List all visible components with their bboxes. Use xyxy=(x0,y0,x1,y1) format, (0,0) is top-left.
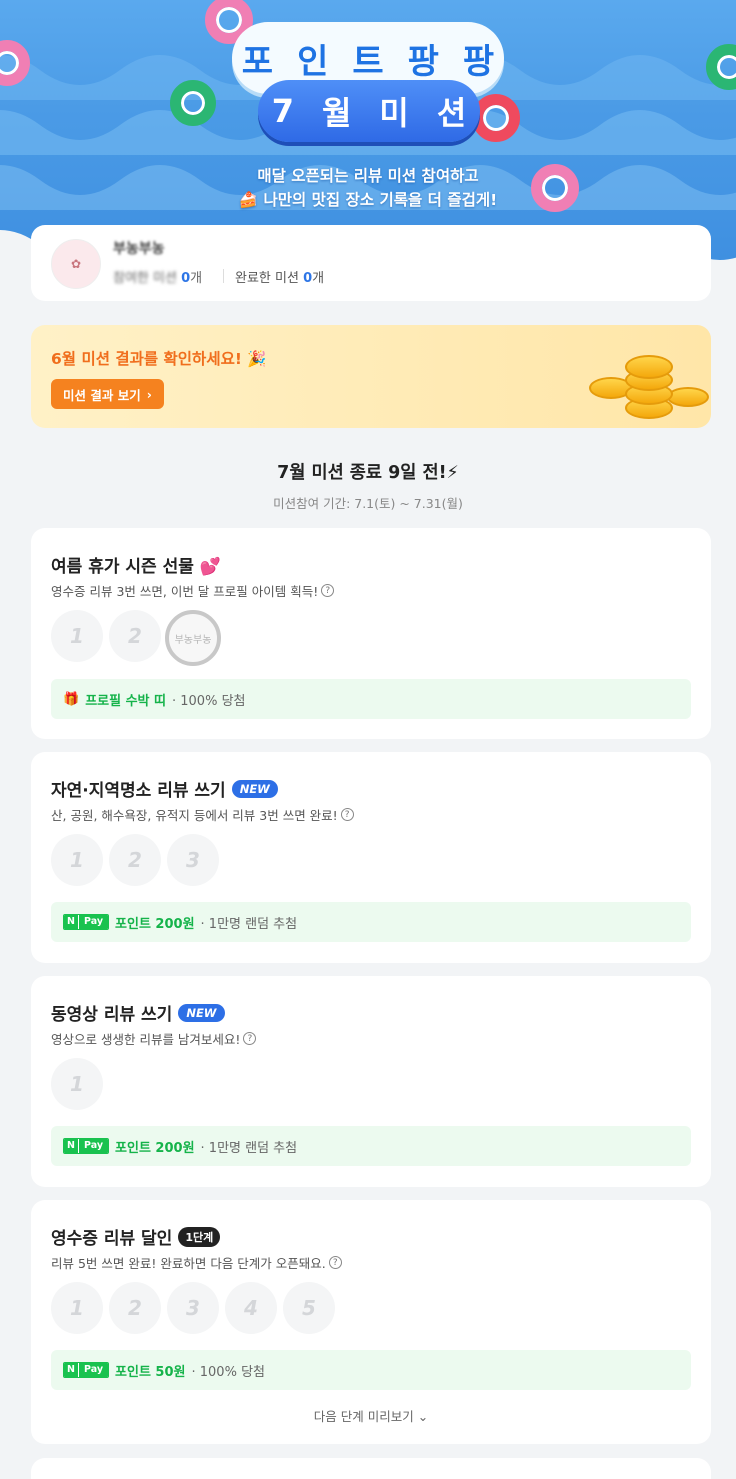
step-circle: 1 xyxy=(51,610,103,662)
step-circle: 2 xyxy=(109,834,161,886)
npay-icon: N Pay xyxy=(63,914,110,930)
mission-card: 여름 휴가 시즌 선물 💕 영수증 리뷰 3번 쓰면, 이번 달 프로필 아이템… xyxy=(31,528,711,739)
help-icon[interactable]: ? xyxy=(243,1032,257,1045)
npay-icon: N Pay xyxy=(63,1362,110,1378)
help-icon[interactable]: ? xyxy=(328,1256,342,1269)
nickname: 부농부농 xyxy=(113,241,165,257)
step-progress: 1 2 3 4 5 xyxy=(51,1282,335,1334)
june-result-banner: 6월 미션 결과를 확인하세요! 🎉 미션 결과 보기 › xyxy=(31,325,711,428)
next-step-preview-link[interactable]: 다음 단계 미리보기 ⌄ xyxy=(31,1406,711,1425)
step-progress: 1 xyxy=(51,1058,103,1110)
step-circle: 3 xyxy=(167,1282,219,1334)
completed-missions: 완료한 미션 0개 xyxy=(235,271,325,286)
step-progress: 1 2 3 xyxy=(51,834,219,886)
new-badge: NEW xyxy=(231,779,278,798)
profile-card: ✿ 부농부농 참여한 미션 0개 완료한 미션 0개 xyxy=(31,225,711,301)
mission-title: 여름 휴가 시즌 선물 💕 xyxy=(51,557,221,577)
mission-desc: 산, 공원, 해수욕장, 유적지 등에서 리뷰 3번 쓰면 완료!? xyxy=(51,805,354,824)
cake-icon: 🍰 xyxy=(238,191,264,209)
chevron-right-icon: › xyxy=(146,386,152,402)
swim-ring-icon xyxy=(170,80,216,126)
npay-icon: N Pay xyxy=(63,1138,110,1154)
mission-card: 영수증 리뷰 달인 1단계 리뷰 5번 쓰면 완료! 완료하면 다음 단계가 오픈… xyxy=(31,1200,711,1444)
hero-subtitle-2: 🍰 나만의 맛집 장소 기록을 더 즐겁게! xyxy=(238,191,498,209)
step-circle: 3 xyxy=(167,834,219,886)
mission-desc: 리뷰 5번 쓰면 완료! 완료하면 다음 단계가 오픈돼요.? xyxy=(51,1253,342,1272)
mission-desc: 영상으로 생생한 리뷰를 남겨보세요!? xyxy=(51,1029,257,1048)
step-circle: 1 xyxy=(51,834,103,886)
mission-card xyxy=(31,1458,711,1479)
new-badge: NEW xyxy=(178,1003,225,1022)
help-icon[interactable]: ? xyxy=(321,584,335,597)
mission-card: 자연·지역명소 리뷰 쓰기 NEW 산, 공원, 해수욕장, 유적지 등에서 리뷰… xyxy=(31,752,711,963)
banner-title: 6월 미션 결과를 확인하세요! 🎉 xyxy=(51,350,267,368)
step-circle: 1 xyxy=(51,1058,103,1110)
mission-title: 자연·지역명소 리뷰 쓰기 NEW xyxy=(51,776,278,801)
divider xyxy=(223,269,224,283)
reward-stamp-icon: 부농부농 xyxy=(165,610,221,666)
step-circle: 1 xyxy=(51,1282,103,1334)
participated-missions: 참여한 미션 0개 xyxy=(113,271,203,286)
reward-box: N Pay 포인트 200원 · 1만명 랜덤 추첨 xyxy=(51,1126,691,1166)
help-icon[interactable]: ? xyxy=(340,808,354,821)
mission-title: 영수증 리뷰 달인 1단계 xyxy=(51,1224,221,1249)
mission-card: 동영상 리뷰 쓰기 NEW 영상으로 생생한 리뷰를 남겨보세요!? 1 N Pay… xyxy=(31,976,711,1187)
reward-box: N Pay 포인트 200원 · 1만명 랜덤 추첨 xyxy=(51,902,691,942)
step-circle: 2 xyxy=(109,610,161,662)
mission-result-button[interactable]: 미션 결과 보기 › xyxy=(51,379,164,409)
step-circle: 5 xyxy=(283,1282,335,1334)
step-progress: 1 2 부농부농 xyxy=(51,610,221,666)
period-title: 7월 미션 종료 9일 전!⚡ xyxy=(277,463,459,483)
hero-title-line2: 7월미션 xyxy=(258,80,480,142)
step-circle: 2 xyxy=(109,1282,161,1334)
step-circle: 4 xyxy=(225,1282,277,1334)
mission-title: 동영상 리뷰 쓰기 NEW xyxy=(51,1000,225,1025)
reward-box: 🎁 프로필 수박 띠 · 100% 당첨 xyxy=(51,679,691,719)
mission-desc: 영수증 리뷰 3번 쓰면, 이번 달 프로필 아이템 획득!? xyxy=(51,581,335,600)
hero-subtitle-1: 매달 오픈되는 리뷰 미션 참여하고 xyxy=(257,167,479,185)
period-subtitle: 미션참여 기간: 7.1(토) ~ 7.31(월) xyxy=(273,496,463,511)
gift-icon: 🎁 xyxy=(63,691,80,707)
reward-box: N Pay 포인트 50원 · 100% 당첨 xyxy=(51,1350,691,1390)
step-badge: 1단계 xyxy=(178,1226,221,1247)
avatar[interactable]: ✿ xyxy=(51,239,101,289)
